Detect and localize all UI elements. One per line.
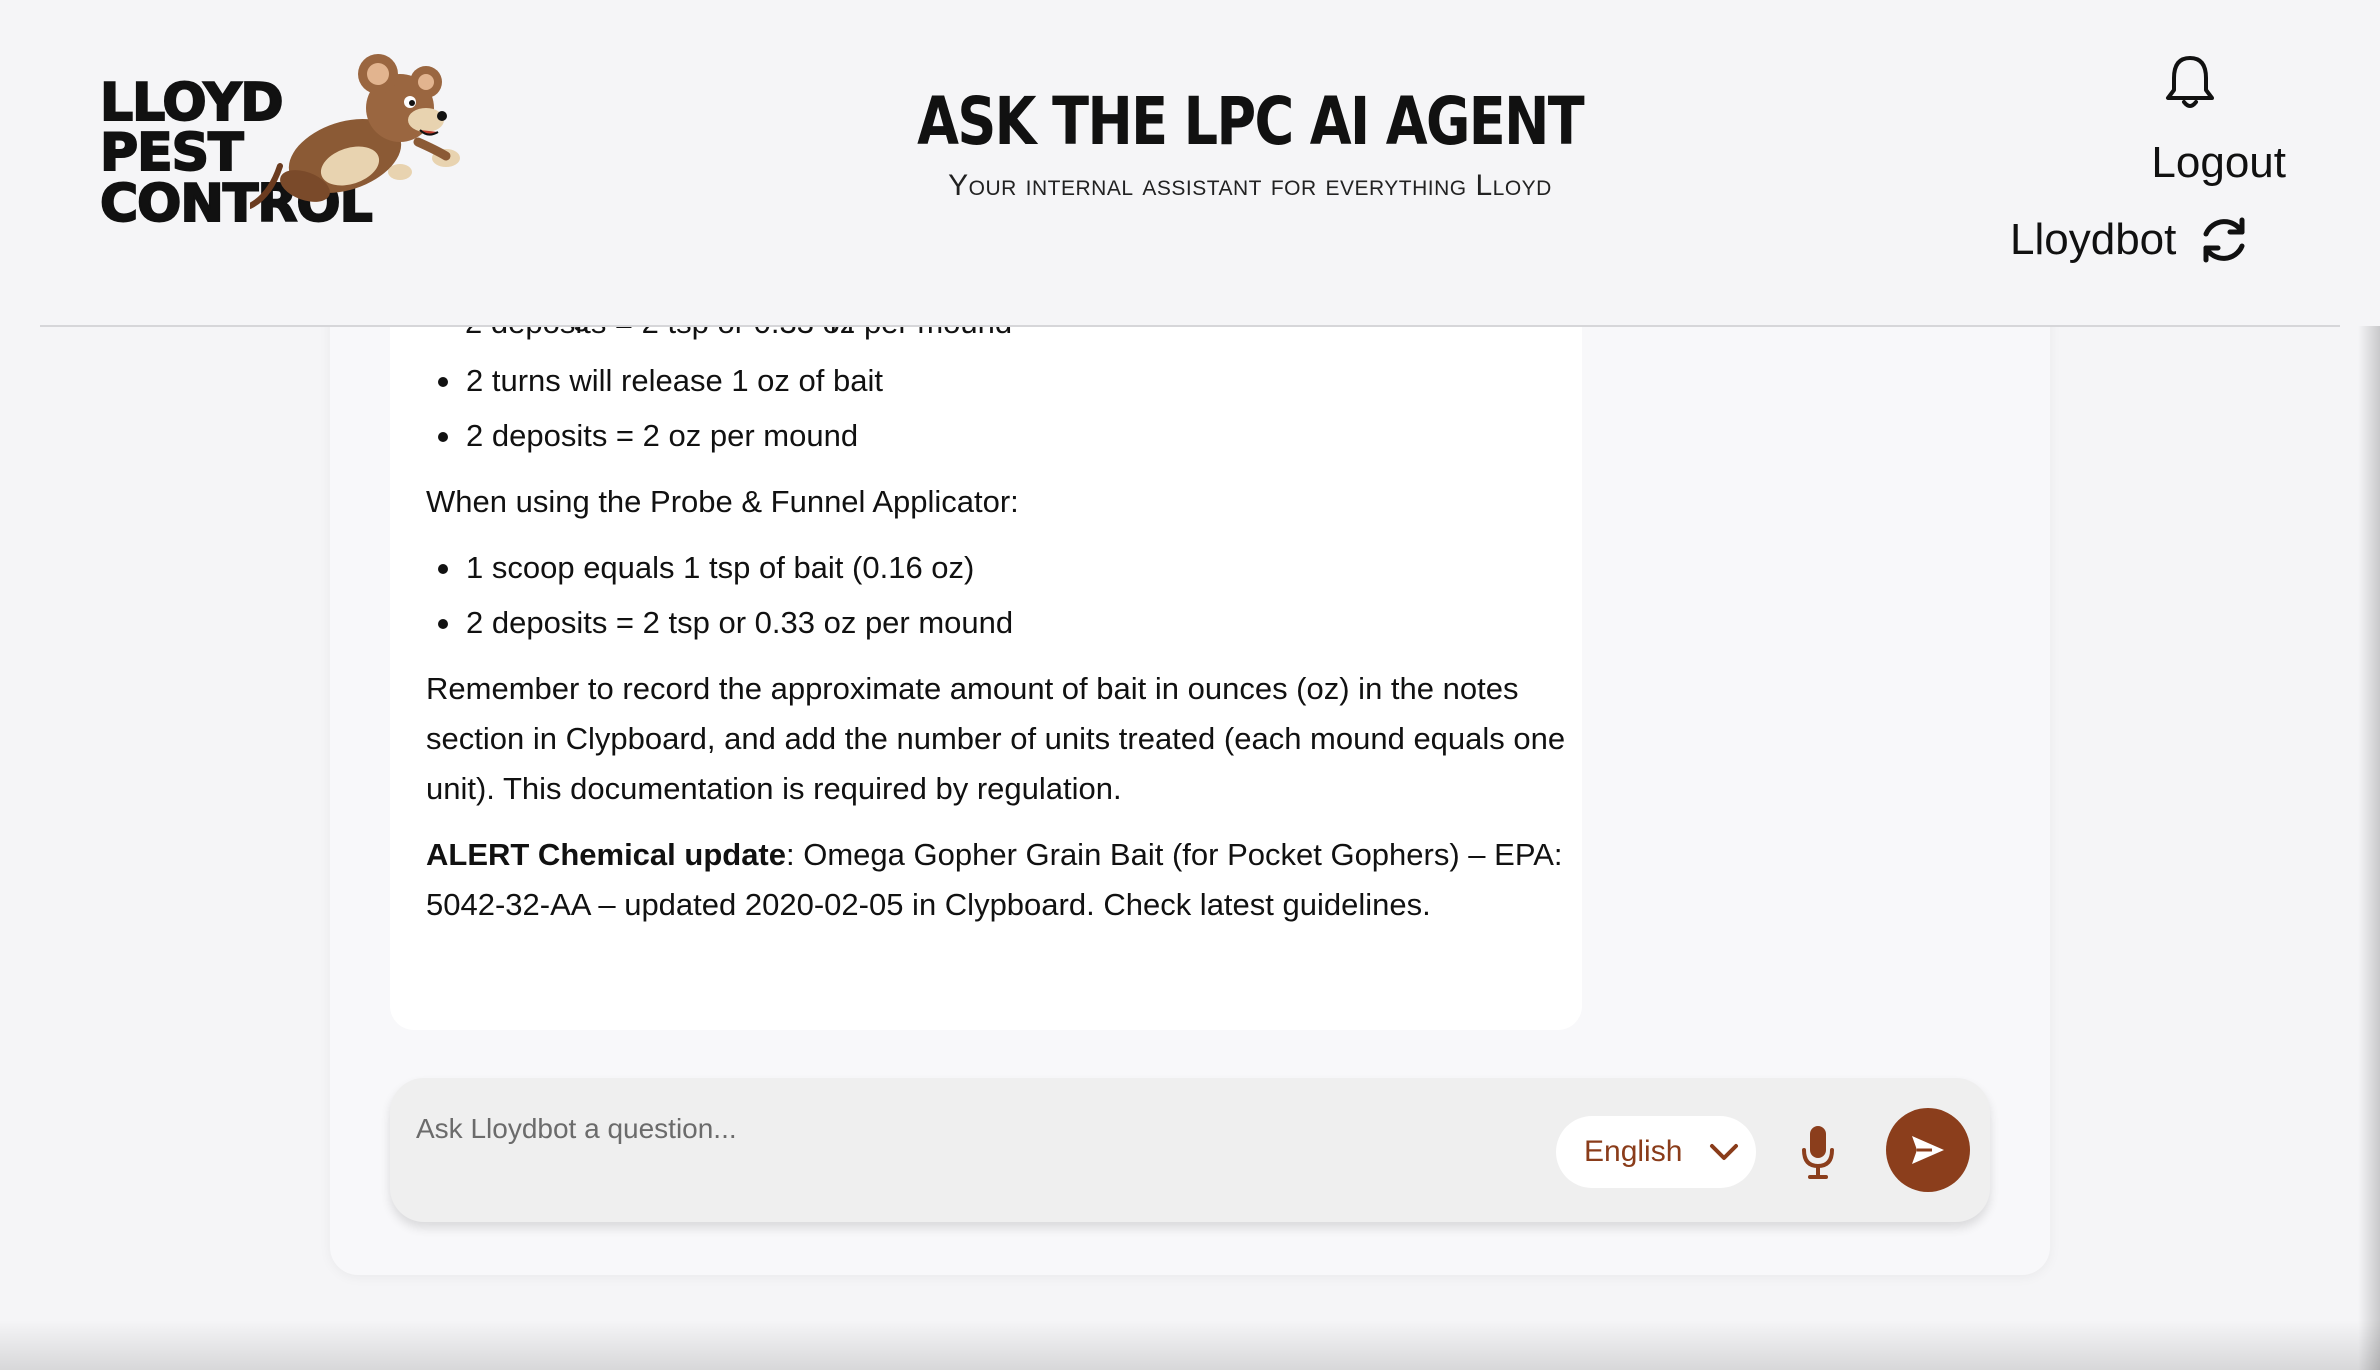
send-icon <box>1912 1136 1944 1164</box>
chat-composer: English <box>390 1078 1990 1222</box>
chat-input[interactable] <box>416 1104 1516 1154</box>
funnel-list: 1 scoop equals 1 tsp of bait (0.16 oz) 2… <box>426 543 1566 648</box>
assistant-message: When using the Yard Butler Application P… <box>426 290 1566 946</box>
list-item: 2 deposits = 2 oz per mound <box>426 411 1566 461</box>
send-button[interactable] <box>1886 1108 1970 1192</box>
alert-text: ALERT Chemical update: Omega Gopher Grai… <box>426 830 1566 930</box>
page-title: ASK THE LPC AI AGENT <box>917 83 1585 160</box>
chevron-down-icon <box>1710 1144 1739 1160</box>
language-select[interactable]: English <box>1556 1116 1756 1188</box>
alert-label: ALERT Chemical update <box>426 837 786 872</box>
bot-name: Lloydbot <box>2010 215 2177 264</box>
page-subtitle: Your internal assistant for everything L… <box>948 168 1552 202</box>
language-value: English <box>1584 1135 1683 1168</box>
microphone-icon[interactable] <box>1798 1122 1838 1182</box>
refresh-icon[interactable] <box>2196 212 2252 268</box>
reminder-text: Remember to record the approximate amoun… <box>426 671 1566 806</box>
list-item: 2 deposits = 2 tsp or 0.33 oz per mound <box>426 598 1566 648</box>
funnel-intro: When using the Probe & Funnel Applicator… <box>426 484 1019 519</box>
logout-link[interactable]: Logout <box>2086 138 2286 188</box>
company-logo[interactable]: LLOYD PEST CONTROL <box>99 46 460 236</box>
bell-icon[interactable] <box>2162 52 2218 112</box>
bottom-shadow <box>0 1320 2380 1370</box>
yard-butler-list: 2 turns will release 1 oz of bait 2 depo… <box>426 356 1566 461</box>
mouse-mascot-icon <box>250 54 460 209</box>
bot-selector: Lloydbot <box>2010 210 2252 270</box>
app-window: 2 deposits = 2 tsp or 0.33 oz per mound … <box>0 0 2380 1370</box>
list-item: 1 scoop equals 1 tsp of bait (0.16 oz) <box>426 543 1566 593</box>
header-divider <box>40 325 2340 327</box>
list-item: 2 turns will release 1 oz of bait <box>426 356 1566 406</box>
page-heading: ASK THE LPC AI AGENT Your internal assis… <box>700 83 1800 203</box>
app-header: LLOYD PEST CONTROL ASK THE LPC AI AGENT … <box>0 0 2380 327</box>
